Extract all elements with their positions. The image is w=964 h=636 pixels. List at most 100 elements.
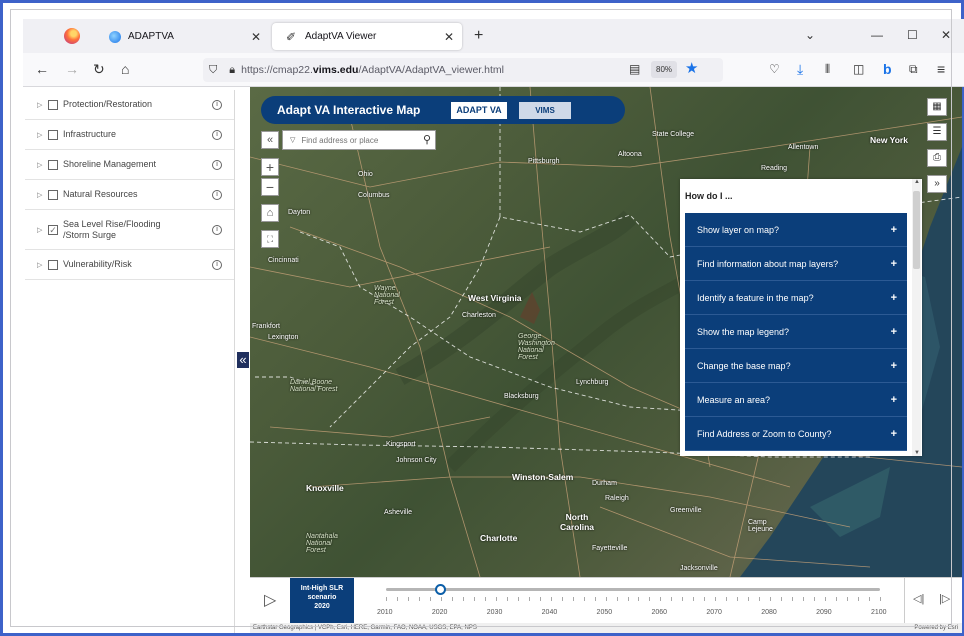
- sidebar-icon[interactable]: ◫: [853, 61, 864, 77]
- pocket-icon[interactable]: ♡: [769, 61, 780, 77]
- legend-icon[interactable]: ☰: [927, 123, 947, 141]
- scroll-up-icon[interactable]: ▲: [914, 179, 920, 185]
- map-label-lynchburg: Lynchburg: [576, 379, 609, 386]
- search-input[interactable]: [301, 135, 412, 145]
- expand-icon[interactable]: ▷: [37, 101, 45, 109]
- zoom-badge[interactable]: 80%: [651, 61, 678, 78]
- back-icon[interactable]: ←: [35, 61, 49, 77]
- info-icon[interactable]: i: [212, 129, 222, 140]
- window-frame: ADAPTVA ✕ ✐ AdaptVA Viewer ✕ + ⌄ — ☐ ✕ ←…: [0, 0, 964, 636]
- map-label-asheville: Asheville: [384, 509, 413, 516]
- expand-icon[interactable]: ▷: [37, 226, 45, 234]
- layer-vulnerability-risk[interactable]: ▷ Vulnerability/Risk i: [25, 250, 234, 280]
- download-icon[interactable]: ⤓: [797, 61, 803, 77]
- map-label-state-college: State College: [652, 131, 695, 138]
- map-label-ohio: Ohio: [358, 171, 373, 178]
- extensions-icon[interactable]: ⧉: [909, 61, 918, 77]
- info-icon[interactable]: i: [212, 189, 222, 200]
- slider-thumb[interactable]: [434, 584, 446, 595]
- layer-infrastructure[interactable]: ▷ Infrastructure i: [25, 120, 234, 150]
- tab-adaptva[interactable]: ADAPTVA ✕: [99, 23, 269, 50]
- step-forward-icon[interactable]: |▷: [939, 592, 950, 605]
- tick-mark: [462, 597, 464, 601]
- map-label-blacksburg: Blacksburg: [504, 393, 539, 400]
- close-window-icon[interactable]: ✕: [941, 28, 951, 42]
- howdoi-item-measure-area[interactable]: Measure an area? +: [685, 383, 907, 417]
- reader-view-icon[interactable]: ▤: [629, 61, 640, 77]
- scroll-down-icon[interactable]: ▼: [914, 450, 920, 456]
- menu-icon[interactable]: ≡: [937, 61, 945, 77]
- layer-sea-level-rise[interactable]: ▷ ✓ Sea Level Rise/Flooding /Storm Surge…: [25, 210, 234, 250]
- search-source-dropdown-icon[interactable]: ▽: [290, 136, 295, 144]
- close-icon[interactable]: ✕: [251, 30, 261, 44]
- panel-scroll-thumb[interactable]: [913, 191, 920, 269]
- map-label-knoxville: Knoxville: [306, 483, 344, 493]
- new-tab-icon[interactable]: +: [474, 27, 483, 45]
- basemap-gallery-icon[interactable]: ▦: [927, 98, 947, 116]
- bookmark-star-icon[interactable]: ★: [685, 59, 698, 77]
- step-back-icon[interactable]: ◁|: [913, 592, 924, 605]
- howdoi-item-label: Show layer on map?: [697, 224, 780, 235]
- layer-checkbox[interactable]: [48, 99, 58, 110]
- collapse-toolbar-icon[interactable]: «: [261, 131, 279, 149]
- info-icon[interactable]: i: [212, 99, 222, 110]
- tick-mark: [671, 597, 673, 601]
- chevron-down-icon[interactable]: ⌄: [805, 28, 815, 42]
- search-icon[interactable]: ⚲: [423, 133, 431, 146]
- howdoi-item-identify-feature[interactable]: Identify a feature in the map? +: [685, 281, 907, 315]
- info-icon[interactable]: i: [212, 224, 222, 235]
- slider-track[interactable]: [386, 588, 880, 591]
- layer-protection-restoration[interactable]: ▷ Protection/Restoration i: [25, 90, 234, 120]
- vims-logo: VIMS: [519, 102, 571, 119]
- layer-shoreline-management[interactable]: ▷ Shoreline Management i: [25, 150, 234, 180]
- expand-panel-icon[interactable]: »: [927, 175, 947, 193]
- zoom-out-button[interactable]: −: [261, 178, 279, 196]
- forward-icon[interactable]: →: [65, 61, 79, 77]
- home-icon[interactable]: ⌂: [121, 61, 129, 77]
- minimize-icon[interactable]: —: [871, 28, 883, 42]
- how-do-i-list: Show layer on map? + Find information abo…: [685, 213, 907, 451]
- expand-icon[interactable]: ▷: [37, 131, 45, 139]
- howdoi-item-change-basemap[interactable]: Change the base map? +: [685, 349, 907, 383]
- tab-adaptva-viewer[interactable]: ✐ AdaptVA Viewer ✕: [272, 23, 462, 50]
- tick-mark: [583, 597, 585, 601]
- layer-checkbox[interactable]: [48, 159, 58, 170]
- layer-checkbox[interactable]: [48, 189, 58, 200]
- library-icon[interactable]: ⫴: [825, 61, 830, 77]
- fullscreen-icon[interactable]: ⛶: [261, 230, 279, 248]
- howdoi-item-find-address[interactable]: Find Address or Zoom to County? +: [685, 417, 907, 451]
- lock-icon[interactable]: 🔒︎: [229, 64, 235, 77]
- howdoi-item-show-legend[interactable]: Show the map legend? +: [685, 315, 907, 349]
- home-extent-icon[interactable]: ⌂: [261, 204, 279, 222]
- adapt-va-logo: ADAPT VA: [451, 102, 507, 119]
- howdoi-item-find-info[interactable]: Find information about map layers? +: [685, 247, 907, 281]
- zoom-in-button[interactable]: +: [261, 158, 279, 176]
- search-widget[interactable]: ▽ ⚲: [282, 130, 436, 150]
- layer-natural-resources[interactable]: ▷ Natural Resources i: [25, 180, 234, 210]
- howdoi-item-show-layer[interactable]: Show layer on map? +: [685, 213, 907, 247]
- url-bar[interactable]: ⛉ 🔒︎ https://cmap22.vims.edu/AdaptVA/Ada…: [203, 58, 723, 82]
- layer-checkbox[interactable]: [48, 129, 58, 140]
- expand-icon[interactable]: ▷: [37, 161, 45, 169]
- powered-by-esri[interactable]: Powered by Esri: [914, 623, 958, 633]
- info-icon[interactable]: i: [212, 259, 222, 270]
- bing-icon[interactable]: b: [883, 61, 892, 77]
- map-label-durham: Durham: [592, 480, 617, 487]
- collapse-sidebar-icon[interactable]: «: [237, 352, 249, 368]
- expand-icon[interactable]: ▷: [37, 191, 45, 199]
- layer-checkbox[interactable]: [48, 259, 58, 270]
- shield-icon[interactable]: ⛉: [209, 64, 217, 77]
- reload-icon[interactable]: ↻: [93, 61, 105, 77]
- tick-mark: [858, 597, 860, 601]
- tick-mark: [847, 597, 849, 601]
- tick-label-2100: 2100: [871, 609, 887, 616]
- map-label-gw-forest: George Washington National Forest: [518, 333, 555, 361]
- maximize-icon[interactable]: ☐: [907, 28, 918, 42]
- howdoi-item-label: Change the base map?: [697, 360, 791, 371]
- expand-icon[interactable]: ▷: [37, 261, 45, 269]
- info-icon[interactable]: i: [212, 159, 222, 170]
- print-icon[interactable]: ⎙: [927, 149, 947, 167]
- close-icon[interactable]: ✕: [444, 30, 454, 44]
- layer-checkbox-checked[interactable]: ✓: [48, 224, 58, 235]
- play-icon[interactable]: ▷: [264, 590, 276, 610]
